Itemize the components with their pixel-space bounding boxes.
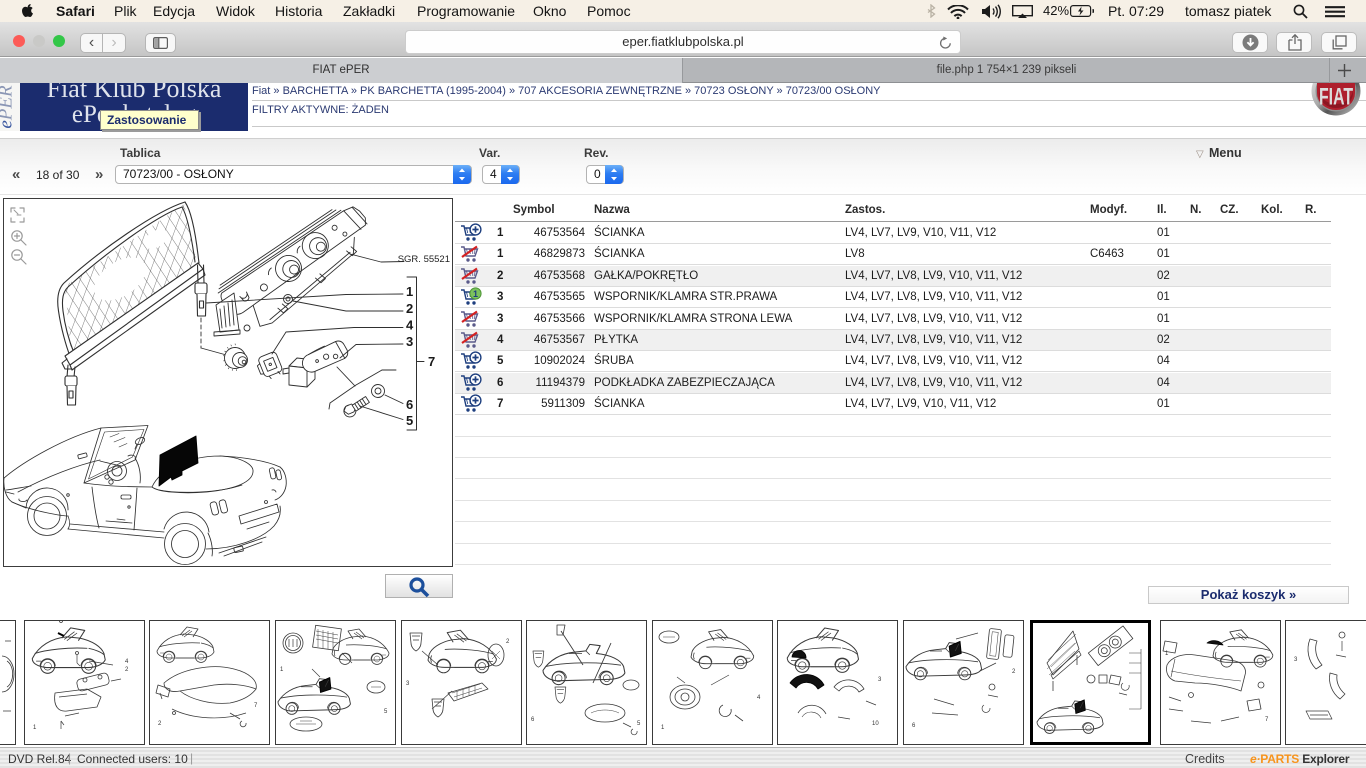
svg-text:1: 1 — [661, 725, 665, 731]
svg-text:5: 5 — [384, 709, 388, 715]
svg-text:1: 1 — [280, 667, 284, 673]
svg-text:3: 3 — [406, 334, 413, 349]
svg-text:4: 4 — [406, 318, 414, 333]
svg-text:4: 4 — [757, 695, 761, 701]
svg-text:7: 7 — [428, 354, 435, 369]
svg-text:6: 6 — [531, 717, 535, 723]
svg-text:SGR. 55521: SGR. 55521 — [398, 254, 450, 265]
svg-text:3: 3 — [878, 677, 882, 683]
svg-text:5: 5 — [637, 721, 641, 727]
svg-text:2: 2 — [406, 301, 413, 316]
svg-text:1: 1 — [473, 289, 478, 299]
svg-text:4: 4 — [125, 659, 129, 665]
svg-text:2: 2 — [158, 721, 162, 727]
svg-text:7: 7 — [1265, 717, 1269, 723]
svg-text:3: 3 — [406, 681, 410, 687]
svg-text:6: 6 — [912, 723, 916, 729]
svg-text:2: 2 — [125, 667, 129, 673]
svg-text:6: 6 — [406, 397, 413, 412]
svg-text:2: 2 — [506, 639, 510, 645]
svg-text:5: 5 — [406, 413, 413, 428]
svg-text:1: 1 — [33, 725, 37, 731]
svg-text:7: 7 — [254, 703, 258, 709]
svg-text:1: 1 — [406, 284, 413, 299]
svg-text:3: 3 — [1294, 657, 1298, 663]
svg-text:2: 2 — [1012, 669, 1016, 675]
svg-text:10: 10 — [872, 721, 879, 727]
svg-text:FIAT: FIAT — [1319, 84, 1353, 111]
